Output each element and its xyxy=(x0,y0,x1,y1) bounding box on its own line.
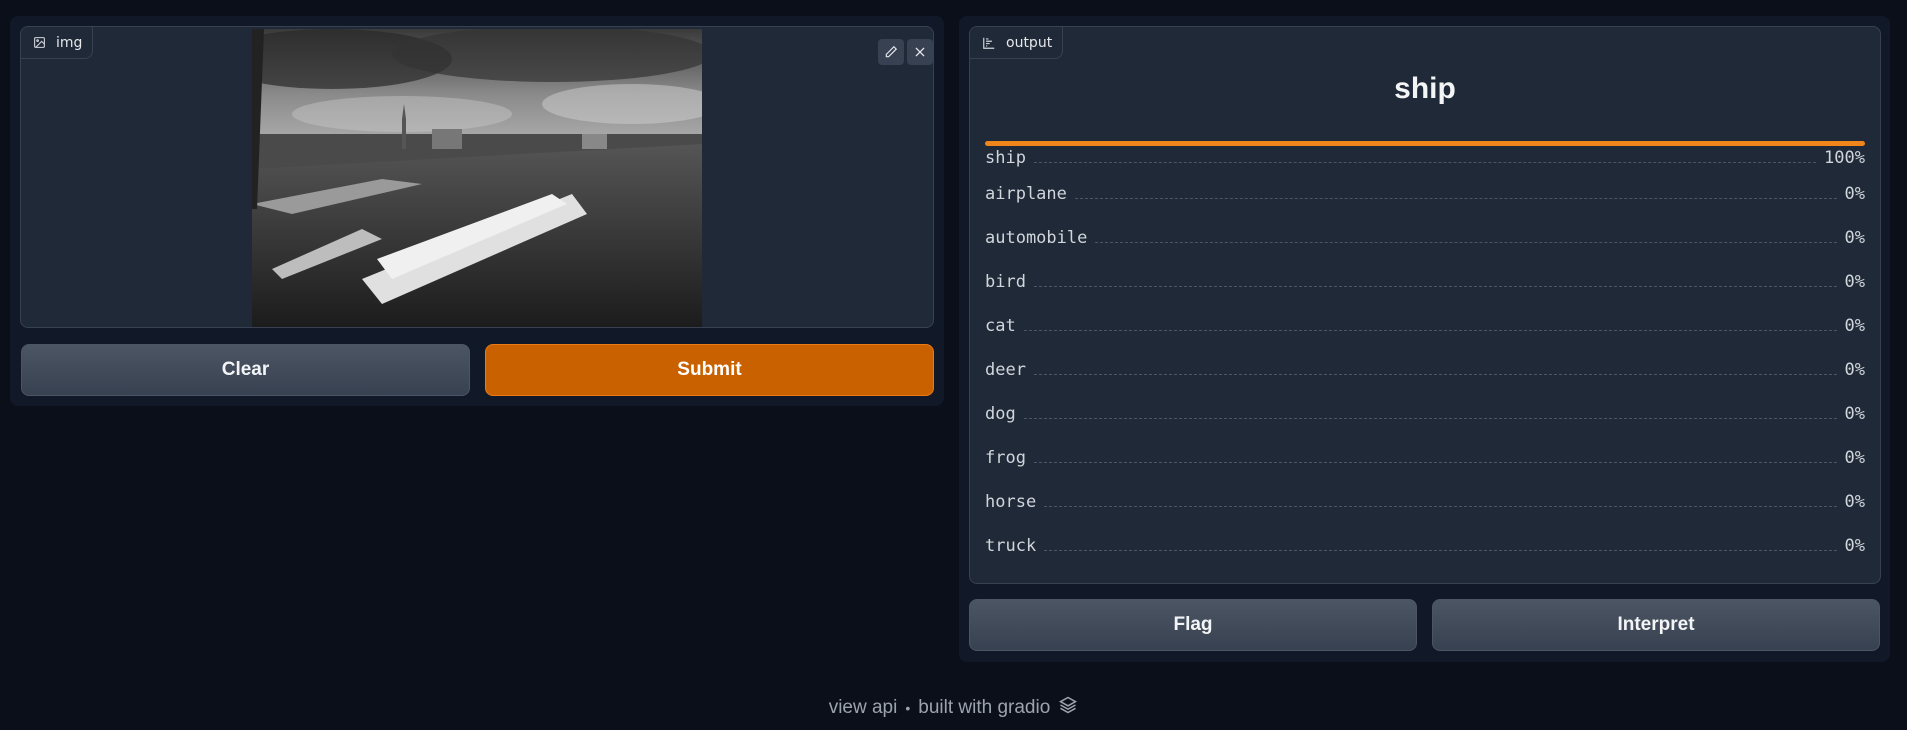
image-input-label: img xyxy=(21,27,94,59)
confidence-bar-fill xyxy=(985,141,1865,146)
confidence-row: truck 0% xyxy=(985,520,1865,564)
confidence-leader xyxy=(1033,374,1837,375)
confidence-label: dog xyxy=(985,404,1016,424)
output-label: output xyxy=(970,27,1064,59)
confidence-row: ship 100% xyxy=(985,148,1865,168)
confidence-leader xyxy=(1044,506,1837,507)
confidence-label: horse xyxy=(985,492,1037,512)
confidence-row: bird 0% xyxy=(985,256,1865,300)
confidence-value: 0% xyxy=(1844,404,1865,424)
confidence-row: dog 0% xyxy=(985,388,1865,432)
confidence-value: 0% xyxy=(1844,316,1865,336)
confidence-leader xyxy=(1074,198,1837,199)
confidence-label: airplane xyxy=(985,184,1067,204)
confidence-label: deer xyxy=(985,360,1026,380)
view-api-link[interactable]: view api xyxy=(829,697,898,719)
confidence-value: 0% xyxy=(1844,492,1865,512)
built-with-gradio-link[interactable]: built with gradio xyxy=(918,697,1050,719)
confidence-value: 0% xyxy=(1844,272,1865,292)
bar-chart-icon xyxy=(982,36,996,50)
label-output: output ship ship 100% airplane 0% automobile… xyxy=(969,26,1881,584)
confidence-value: 0% xyxy=(1844,448,1865,468)
interpret-button[interactable]: Interpret xyxy=(1432,599,1880,651)
confidence-value: 0% xyxy=(1844,536,1865,556)
confidence-label: frog xyxy=(985,448,1026,468)
confidence-value: 0% xyxy=(1844,360,1865,380)
confidence-label: automobile xyxy=(985,228,1088,248)
confidence-label: truck xyxy=(985,536,1037,556)
confidence-label: cat xyxy=(985,316,1016,336)
confidence-leader xyxy=(1095,242,1837,243)
submit-button[interactable]: Submit xyxy=(485,344,934,396)
flag-button[interactable]: Flag xyxy=(969,599,1417,651)
confidence-row: automobile 0% xyxy=(985,212,1865,256)
confidence-row: cat 0% xyxy=(985,300,1865,344)
confidence-row: deer 0% xyxy=(985,344,1865,388)
confidence-label: ship xyxy=(985,148,1026,168)
confidence-leader xyxy=(1033,286,1837,287)
close-icon[interactable] xyxy=(907,39,933,65)
uploaded-image xyxy=(252,29,702,327)
gradio-logo-icon xyxy=(1058,695,1078,721)
confidence-label: bird xyxy=(985,272,1026,292)
confidence-leader xyxy=(1023,330,1837,331)
confidence-bar xyxy=(985,141,1865,146)
confidence-row: horse 0% xyxy=(985,476,1865,520)
predicted-label: ship xyxy=(1394,72,1456,105)
confidence-list: ship 100% airplane 0% automobile 0% bird 0% cat 0… xyxy=(985,148,1865,564)
confidence-leader xyxy=(1033,162,1817,163)
footer: view api • built with gradio xyxy=(0,695,1907,721)
confidence-row: frog 0% xyxy=(985,432,1865,476)
image-icon xyxy=(33,36,46,49)
footer-separator: • xyxy=(905,700,911,716)
output-panel: output ship ship 100% airplane 0% automobile… xyxy=(959,16,1890,662)
confidence-leader xyxy=(1044,550,1837,551)
confidence-value: 0% xyxy=(1844,228,1865,248)
confidence-value: 0% xyxy=(1844,184,1865,204)
input-panel: img Clear Submit xyxy=(10,16,944,406)
confidence-leader xyxy=(1033,462,1837,463)
image-input[interactable]: img xyxy=(20,26,934,328)
clear-button[interactable]: Clear xyxy=(21,344,470,396)
output-label-text: output xyxy=(1006,34,1053,51)
image-input-label-text: img xyxy=(56,34,83,51)
confidence-row: airplane 0% xyxy=(985,168,1865,212)
confidence-leader xyxy=(1023,418,1837,419)
confidence-value: 100% xyxy=(1824,148,1865,168)
pencil-icon[interactable] xyxy=(878,39,904,65)
